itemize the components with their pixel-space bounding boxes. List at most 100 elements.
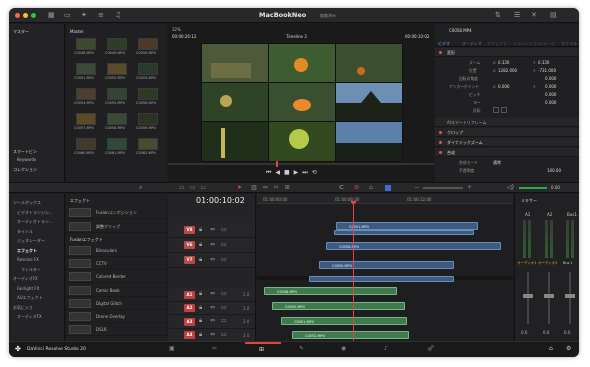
minimize-window-button[interactable] [23, 13, 28, 18]
solo-mute-icon[interactable]: ▭ [221, 290, 227, 297]
fader-bus1-knob[interactable] [565, 294, 575, 298]
fader-a1-knob[interactable] [523, 294, 533, 298]
close-window-button[interactable] [15, 13, 20, 18]
fader-a1[interactable] [527, 272, 529, 324]
media-pool-icon[interactable]: ▦ [48, 11, 55, 20]
video-clip-tail[interactable] [334, 230, 474, 235]
effects-tree-item[interactable]: お気に入り [13, 305, 33, 310]
color-page-icon[interactable]: ◉ [341, 345, 346, 352]
tab-video[interactable]: ビデオ [438, 41, 450, 46]
solo-mute-icon[interactable]: ▭ [221, 304, 227, 311]
fader-a2[interactable] [548, 272, 550, 324]
fader-bus1[interactable] [569, 272, 571, 324]
timeline-view-icons[interactable]: ▭▭▭ [179, 184, 211, 191]
effect-item[interactable]: Colored Border [66, 270, 167, 284]
track-lock-icon[interactable]: 🔒︎ [199, 290, 202, 298]
solo-mute-icon[interactable]: ▭ [221, 331, 227, 338]
clip-thumbnail[interactable] [107, 138, 127, 150]
zoom-x-field[interactable]: 0.330 [498, 60, 509, 65]
track-lock-icon[interactable]: 🔒︎ [199, 256, 202, 264]
clip-thumbnail[interactable] [76, 138, 96, 150]
tab-transition[interactable]: トランジション [513, 41, 541, 46]
playhead[interactable] [353, 202, 354, 341]
auto-select-icon[interactable]: ⇔ [210, 304, 215, 311]
sync-bin-icon[interactable]: ▭ [64, 11, 71, 20]
fader-a2-knob[interactable] [544, 294, 554, 298]
track-enable-icon[interactable]: ▭ [221, 256, 227, 263]
anchor-y-field[interactable]: 0.000 [545, 84, 556, 89]
transform-section[interactable]: 変形 [435, 48, 579, 57]
track-enable-icon[interactable]: ▭ [221, 241, 227, 248]
mixer-toggle-icon[interactable]: ⇅ [495, 11, 501, 20]
volume-slider[interactable] [519, 187, 547, 189]
effects-tree-item[interactable]: タイトル [17, 229, 33, 234]
effects-tree-item[interactable]: オーディオFX [13, 276, 38, 281]
edit-index-icon[interactable]: ≡ [98, 11, 104, 20]
zoom-out-icon[interactable]: − [414, 184, 419, 191]
clip-thumbnail[interactable] [138, 88, 158, 100]
effect-item[interactable]: CCTV [66, 257, 167, 271]
effect-item-adjustment-clip[interactable]: 調整クリップ [66, 220, 167, 233]
zoom-window-button[interactable] [31, 13, 36, 18]
composite-mode-select[interactable]: 通常 [493, 160, 501, 166]
video-track-header[interactable]: V8 🔒︎ ⇔ ▭ [169, 223, 255, 238]
deliver-page-icon[interactable]: 🚀︎ [427, 345, 435, 352]
track-lock-icon[interactable]: 🔒︎ [199, 331, 202, 339]
rotation-field[interactable]: 0.000 [545, 76, 556, 81]
effect-item[interactable]: Comic Book [66, 284, 167, 297]
effect-item[interactable]: Binoculars [66, 244, 167, 257]
position-x-field[interactable]: 1282.000 [498, 68, 517, 73]
fairlight-page-icon[interactable]: ♪ [384, 345, 388, 352]
position-y-field[interactable]: -731.000 [538, 68, 556, 73]
home-icon[interactable]: ⌂ [549, 345, 553, 352]
clip-thumbnail[interactable] [138, 138, 158, 150]
clip-thumbnail[interactable] [107, 113, 127, 125]
yaw-field[interactable]: 0.000 [545, 100, 556, 105]
edit-tools-icons[interactable]: ▥⇔✂⊞ [251, 184, 296, 191]
flip-vertical-button[interactable] [501, 107, 507, 113]
track-lock-icon[interactable]: 🔒︎ [199, 226, 202, 234]
auto-select-icon[interactable]: ⇔ [210, 226, 215, 233]
clip-thumbnail[interactable] [107, 63, 127, 75]
effects-tree-item[interactable]: Fairlight FX [17, 286, 39, 291]
lightbox-icon[interactable]: ▤ [550, 11, 557, 20]
clip-thumbnail[interactable] [107, 88, 127, 100]
clip-thumbnail[interactable] [76, 113, 96, 125]
timeline-zoom-slider[interactable] [423, 187, 463, 189]
effects-tree-item[interactable]: ビデオトランジシ... [17, 210, 53, 215]
audio-clip[interactable]: C0050.MP4 [272, 302, 405, 310]
tab-audio[interactable]: オーディオ [462, 41, 482, 46]
search-icon[interactable]: ⌕ [139, 184, 142, 192]
keywords-bin[interactable]: Keywords [17, 157, 36, 162]
viewer-playhead[interactable] [276, 161, 278, 167]
selection-tool-icon[interactable]: ➤ [237, 184, 242, 191]
metadata-icon[interactable]: ☰ [514, 11, 520, 20]
master-bin[interactable]: マスター [13, 29, 29, 34]
audio-track-header[interactable]: A4 🔒︎ ⇔ ▭ 2.0 [169, 328, 255, 342]
audio-clip[interactable]: C0051.MP4 [281, 317, 407, 325]
viewer-zoom[interactable]: 32% [172, 27, 181, 32]
video-track-header[interactable]: V6 🔒︎ ⇔ ▭ [169, 238, 255, 253]
tab-file[interactable]: ファイル [561, 41, 577, 46]
transport-controls[interactable]: ⏮◀■▶⏭⟲ [266, 169, 321, 177]
fusion-page-icon[interactable]: ✎ [299, 345, 304, 352]
smart-reframe-section[interactable]: AIスマートリフレーム [435, 118, 579, 127]
effects-tree-item[interactable]: オーディオFX [17, 314, 42, 319]
crop-section[interactable]: クロップ [435, 128, 579, 137]
video-track-header[interactable]: V7 🔒︎ ⇔ ▭ [169, 253, 255, 268]
effect-item[interactable]: DSLR [66, 323, 167, 337]
edit-page-tab[interactable]: ⊞ [245, 342, 281, 357]
track-lock-icon[interactable]: 🔒︎ [199, 241, 202, 249]
effects-tree-item[interactable]: Resolve FX [17, 257, 39, 262]
auto-select-icon[interactable]: ⇔ [210, 290, 215, 297]
audio-clip[interactable]: C0048.MP4 [264, 287, 397, 295]
effects-tree-item[interactable]: AUエフェクト [17, 295, 43, 300]
anchor-x-field[interactable]: 0.000 [498, 84, 509, 89]
snapping-icon[interactable]: ⊂ [339, 184, 344, 191]
pitch-field[interactable]: 0.000 [545, 92, 556, 97]
cut-page-icon[interactable]: ✂ [212, 345, 217, 352]
effect-item-fusion-composition[interactable]: Fusionコンポジション [66, 206, 167, 219]
audio-track-header[interactable]: A1 🔒︎ ⇔ ▭ 2.0 [169, 288, 255, 302]
clip-thumbnail[interactable] [76, 88, 96, 100]
clip-thumbnail[interactable] [76, 38, 96, 50]
